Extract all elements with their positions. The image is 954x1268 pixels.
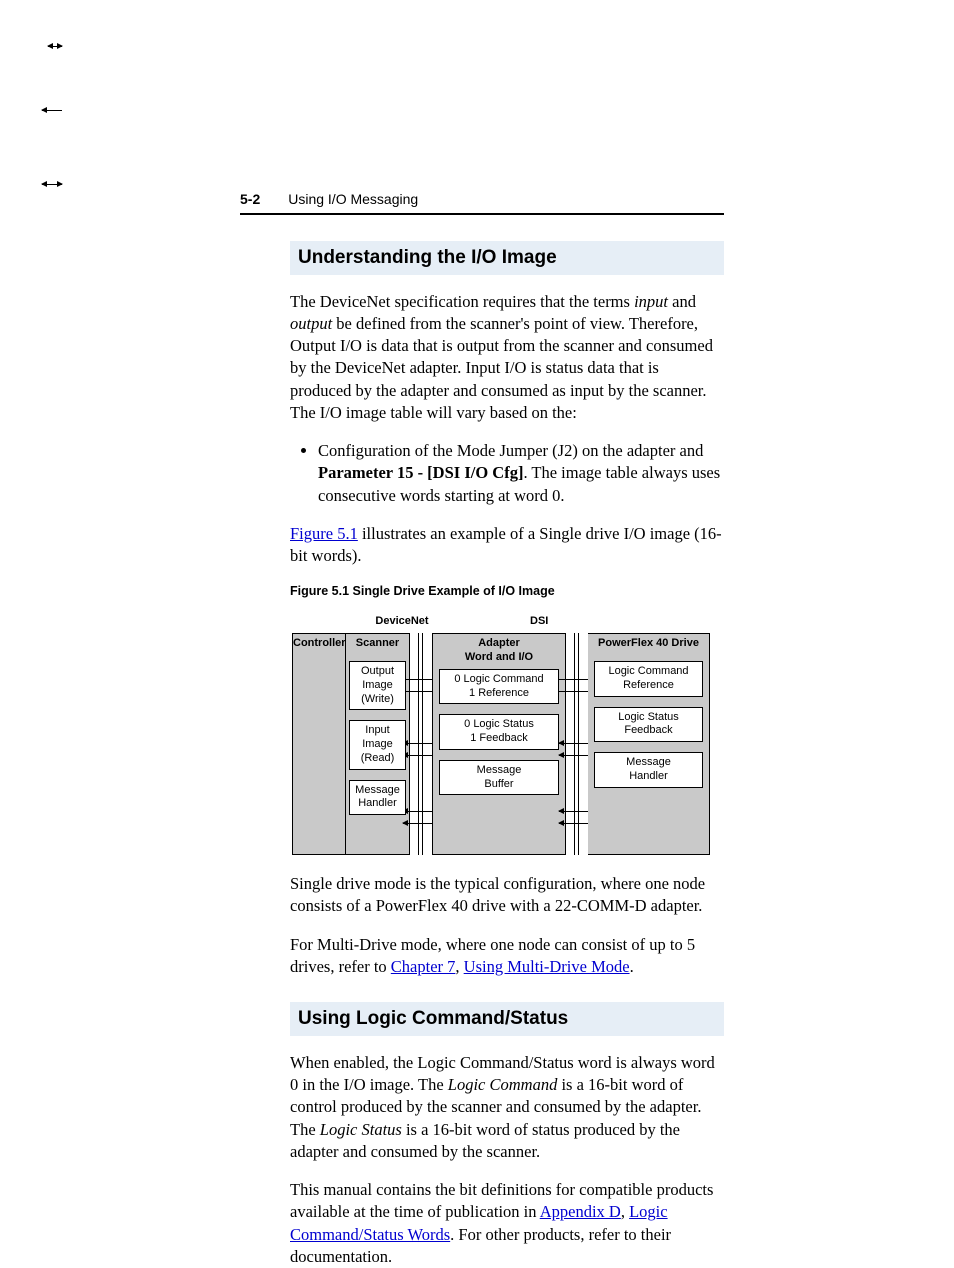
header-rule <box>240 213 724 215</box>
diagram-body: Controller Scanner Output Image (Write) … <box>292 633 710 855</box>
para-intro: The DeviceNet specification requires tha… <box>290 291 724 425</box>
controller-block: Controller <box>292 633 346 855</box>
gap-dsi-bus <box>566 633 588 855</box>
para-multidrive: For Multi-Drive mode, where one node can… <box>290 934 724 979</box>
link-multidrive-mode[interactable]: Using Multi-Drive Mode <box>464 957 630 976</box>
adapter-msg: Message Buffer <box>439 760 559 796</box>
link-chapter-7[interactable]: Chapter 7 <box>391 957 456 976</box>
diagram-network-labels: DeviceNet DSI <box>292 614 710 629</box>
adapter-output: 0 Logic Command 1 Reference <box>439 669 559 705</box>
link-figure-5-1[interactable]: Figure 5.1 <box>290 524 358 543</box>
scanner-output: Output Image (Write) <box>349 661 406 710</box>
drive-output: Logic Command Reference <box>594 661 703 697</box>
link-appendix-d[interactable]: Appendix D <box>540 1202 621 1221</box>
heading-logic-command-status: Using Logic Command/Status <box>290 1002 724 1036</box>
page: 5-2 Using I/O Messaging Understanding th… <box>0 0 954 1235</box>
gap-devicenet-bus <box>410 633 432 855</box>
drive-block: PowerFlex 40 Drive Logic Command Referen… <box>588 633 710 855</box>
para-single-drive: Single drive mode is the typical configu… <box>290 873 724 918</box>
para-bitdefs: This manual contains the bit definitions… <box>290 1179 724 1268</box>
bullet-list: Configuration of the Mode Jumper (J2) on… <box>290 440 724 507</box>
scanner-input: Input Image (Read) <box>349 720 406 769</box>
adapter-block: Adapter Word and I/O 0 Logic Command 1 R… <box>432 633 566 855</box>
page-number: 5-2 <box>240 190 260 209</box>
bullet-config: Configuration of the Mode Jumper (J2) on… <box>318 440 724 507</box>
heading-understanding-io: Understanding the I/O Image <box>290 241 724 275</box>
label-dsi: DSI <box>530 614 710 629</box>
scanner-block: Scanner Output Image (Write) Input Image… <box>346 633 410 855</box>
figure-5-1-diagram: DeviceNet DSI Controller Scanner Output … <box>292 614 710 855</box>
scanner-msg: Message Handler <box>349 780 406 816</box>
drive-msg: Message Handler <box>594 752 703 788</box>
para-figref: Figure 5.1 illustrates an example of a S… <box>290 523 724 568</box>
section-name: Using I/O Messaging <box>288 190 418 209</box>
content-area: Understanding the I/O Image The DeviceNe… <box>290 241 724 1268</box>
adapter-input: 0 Logic Status 1 Feedback <box>439 714 559 750</box>
para-logic-intro: When enabled, the Logic Command/Status w… <box>290 1052 724 1163</box>
running-header: 5-2 Using I/O Messaging <box>240 190 724 209</box>
label-devicenet: DeviceNet <box>352 614 452 629</box>
drive-input: Logic Status Feedback <box>594 707 703 743</box>
figure-caption: Figure 5.1 Single Drive Example of I/O I… <box>290 583 724 600</box>
